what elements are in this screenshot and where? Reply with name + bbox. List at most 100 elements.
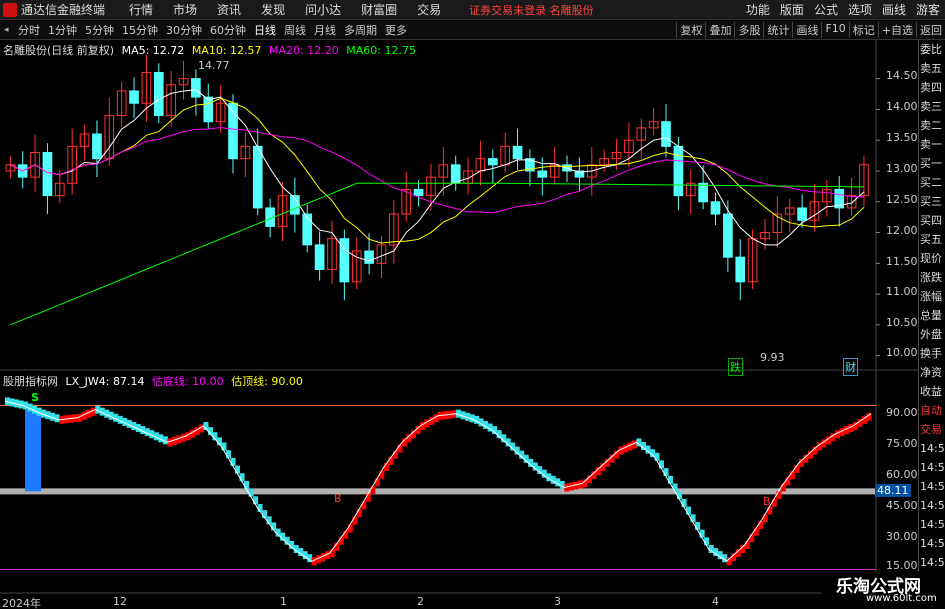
candle-down — [735, 256, 746, 283]
osc-rise-block — [352, 516, 358, 525]
buy-signal: B — [334, 492, 342, 505]
price-tick: 11.50 — [886, 255, 918, 268]
tool-add-watchlist[interactable]: +自选 — [877, 22, 916, 38]
menu-function[interactable]: 功能 — [746, 1, 770, 18]
osc-fall-block — [672, 483, 678, 492]
osc-fall-block — [668, 475, 674, 484]
candle-down — [537, 170, 548, 178]
ma20-label: MA20: 12.20 — [269, 44, 339, 57]
period-multi[interactable]: 多周期 — [344, 22, 377, 38]
menu-quotes[interactable]: 行情 — [129, 1, 153, 18]
side-panel-item: 卖三 — [920, 100, 942, 113]
login-notice: 证券交易未登录 名雕股份 — [469, 3, 594, 17]
menu-wealth[interactable]: 财富圈 — [361, 1, 397, 18]
candle-down — [512, 145, 523, 160]
period-prev-icon[interactable]: ◂ — [4, 24, 14, 36]
cai-marker: 财 — [843, 358, 858, 376]
menu-news[interactable]: 资讯 — [217, 1, 241, 18]
osc-fall-block — [248, 488, 254, 497]
main-legend: 名雕股份(日线 前复权) MA5: 12.72 MA10: 12.57 MA20… — [3, 42, 420, 58]
candle-down — [723, 213, 733, 258]
osc-fall-block — [659, 460, 665, 469]
watermark: 乐淘公式网 www.60lt.com — [822, 572, 945, 609]
menu-market[interactable]: 市场 — [173, 1, 197, 18]
menu-discover[interactable]: 发现 — [261, 1, 285, 18]
menu-guest[interactable]: 游客 — [916, 1, 940, 18]
menu-layout[interactable]: 版面 — [780, 1, 804, 18]
chart-area[interactable]: 名雕股份(日线 前复权) MA5: 12.72 MA10: 12.57 MA20… — [0, 40, 918, 609]
period-1min[interactable]: 1分钟 — [48, 22, 77, 38]
osc-fall-block — [663, 468, 669, 477]
tool-multi-stock[interactable]: 多股 — [734, 22, 763, 38]
period-intraday[interactable]: 分时 — [18, 22, 40, 38]
side-panel-item: 委比 — [920, 43, 942, 56]
period-15min[interactable]: 15分钟 — [122, 22, 158, 38]
tool-overlay[interactable]: 叠加 — [705, 22, 734, 38]
side-panel-item: 换手 — [920, 347, 942, 360]
candle-down — [302, 213, 313, 246]
side-panel-item[interactable]: 自动 — [919, 401, 945, 420]
candle-down — [42, 152, 53, 197]
period-daily[interactable]: 日线 — [254, 22, 276, 38]
side-panel-item: 净资 — [920, 366, 942, 379]
die-marker: 跌 — [728, 358, 743, 376]
period-more[interactable]: 更多 — [385, 22, 407, 38]
high-price-marker: 14.77 — [198, 59, 230, 72]
price-tick: 11.00 — [886, 285, 918, 298]
price-tick: 14.50 — [886, 69, 918, 82]
side-panel-item: 14:55 — [920, 442, 945, 455]
side-panel-item: 14:56 — [920, 480, 945, 493]
period-60min[interactable]: 60分钟 — [210, 22, 246, 38]
menu-draw[interactable]: 画线 — [882, 1, 906, 18]
period-monthly[interactable]: 月线 — [314, 22, 336, 38]
tool-draw[interactable]: 画线 — [792, 22, 821, 38]
side-panel-item: 14:56 — [920, 461, 945, 474]
osc-fall-block — [230, 457, 236, 466]
menu-options[interactable]: 选项 — [848, 1, 872, 18]
period-5min[interactable]: 5分钟 — [85, 22, 114, 38]
tool-stats[interactable]: 统计 — [763, 22, 792, 38]
osc-tick: 30.00 — [886, 530, 918, 543]
ma60-line — [10, 182, 864, 326]
osc-tick: 15.00 — [886, 559, 918, 572]
osc-rise-block — [374, 478, 380, 487]
price-tick: 13.00 — [886, 162, 918, 175]
period-30min[interactable]: 30分钟 — [166, 22, 202, 38]
period-weekly[interactable]: 周线 — [284, 22, 306, 38]
candle-down — [661, 121, 671, 147]
osc-fall-block — [253, 496, 259, 505]
osc-rise-block — [771, 498, 777, 507]
side-panel-item: 买一 — [920, 157, 942, 170]
indicator-title: 股朋指标网 — [3, 375, 58, 388]
osc-rise-block — [356, 509, 362, 518]
mid-band — [0, 488, 876, 495]
menu-formula[interactable]: 公式 — [814, 1, 838, 18]
side-panel-item[interactable]: 交易 — [919, 420, 945, 439]
watermark-url: www.60lt.com — [866, 593, 937, 604]
candle-down — [153, 71, 164, 117]
osc-fall-block — [235, 465, 241, 474]
tool-mark[interactable]: 标记 — [848, 22, 878, 38]
side-panel-item: 14:56 — [920, 518, 945, 531]
ma5-line — [10, 89, 865, 262]
side-panel-item: 买四 — [920, 214, 942, 227]
candle-down — [129, 90, 139, 104]
candle-down — [314, 244, 325, 270]
kline-chart-svg[interactable] — [0, 40, 918, 609]
ma10-label: MA10: 12.57 — [191, 44, 262, 57]
osc-fall-block — [239, 473, 245, 482]
price-tick: 10.50 — [886, 316, 918, 329]
buy-signal: B — [763, 495, 771, 508]
menu-ask[interactable]: 问小达 — [305, 1, 341, 18]
mid-band-value: 48.11 — [875, 484, 911, 497]
side-panel-item: 涨幅 — [920, 290, 942, 303]
tool-adjust[interactable]: 复权 — [676, 22, 705, 38]
side-panel-item: 14:56 — [920, 556, 945, 569]
top-line-label: 估顶线: 90.00 — [231, 375, 303, 388]
date-tick: 4 — [712, 595, 719, 608]
tool-back[interactable]: 返回 — [916, 22, 945, 38]
tool-f10[interactable]: F10 — [821, 22, 848, 38]
ma60-label: MA60: 12.75 — [346, 44, 416, 57]
osc-rise-block — [749, 534, 755, 543]
menu-trade[interactable]: 交易 — [417, 1, 441, 18]
